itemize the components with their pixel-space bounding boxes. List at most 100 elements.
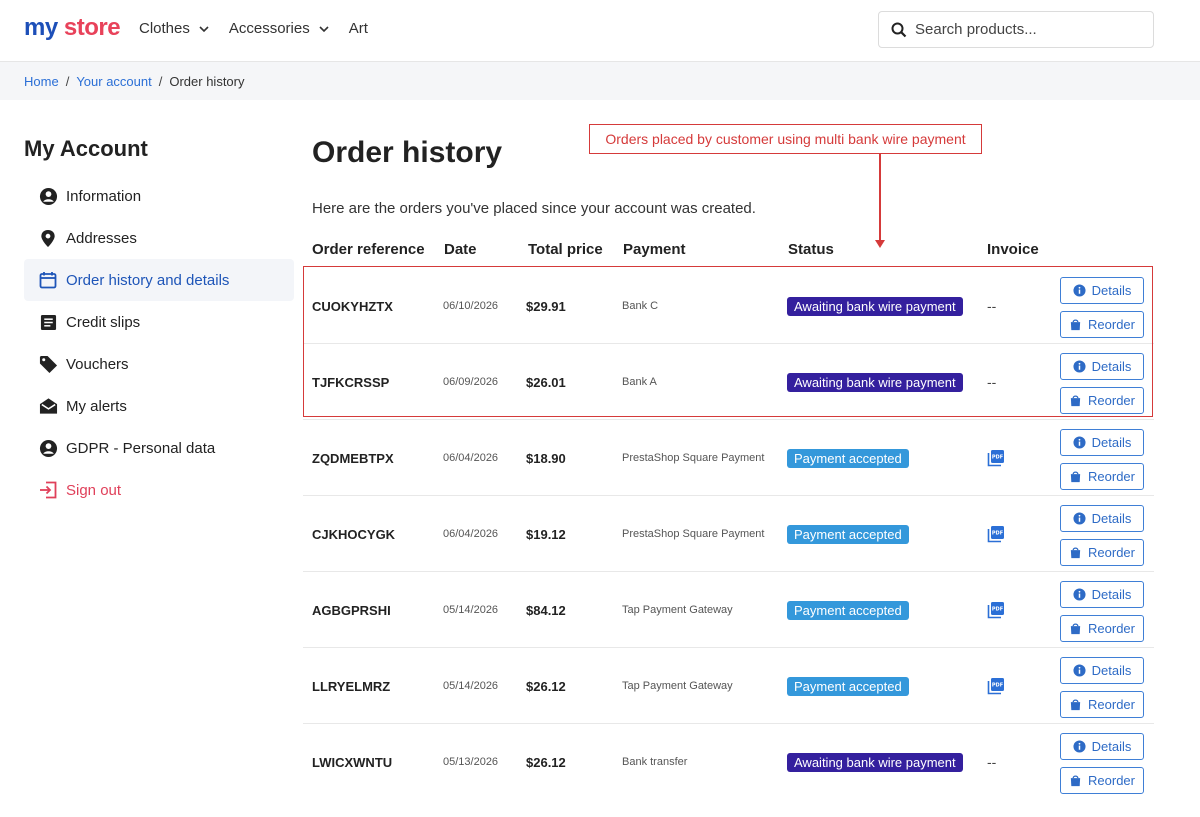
sidebar-item-credit-slips[interactable]: Credit slips (24, 301, 294, 343)
order-payment-method: PrestaShop Square Payment (622, 528, 765, 540)
info-icon (1073, 740, 1086, 753)
sidebar-item-label: Sign out (66, 481, 122, 499)
order-status: Awaiting bank wire payment (787, 724, 963, 800)
nav-art[interactable]: Art (349, 20, 368, 37)
sidebar-item-vouchers[interactable]: Vouchers (24, 343, 294, 385)
column-header-date: Date (444, 241, 477, 258)
order-reference: LWICXWNTU (312, 754, 393, 770)
nav-clothes[interactable]: Clothes (139, 20, 209, 37)
column-header-status: Status (788, 241, 834, 258)
sidebar-item-my-alerts[interactable]: My alerts (24, 385, 294, 427)
status-badge: Payment accepted (787, 448, 909, 468)
order-total-price: $18.90 (526, 450, 566, 466)
shopping-bag-icon (1070, 471, 1081, 483)
invoice-pdf-link[interactable]: PDF (987, 572, 1005, 648)
order-payment-method: Tap Payment Gateway (622, 680, 733, 692)
column-header-payment: Payment (623, 241, 686, 258)
store-logo[interactable]: my store (24, 14, 121, 42)
details-button[interactable]: Details (1060, 581, 1144, 608)
order-reference: AGBGPRSHI (312, 602, 391, 618)
order-actions: Details Reorder (1060, 733, 1144, 801)
highlight-box (303, 266, 1153, 417)
table-row: LWICXWNTU 05/13/2026 $26.12 Bank transfer Aw… (303, 724, 1154, 800)
details-button[interactable]: Details (1060, 733, 1144, 760)
shopping-bag-icon (1070, 775, 1081, 787)
details-label: Details (1091, 435, 1132, 450)
order-date: 06/04/2026 (443, 452, 499, 464)
order-date: 05/13/2026 (443, 756, 499, 768)
order-status: Payment accepted (787, 648, 909, 724)
envelope-icon (38, 396, 58, 416)
details-button[interactable]: Details (1060, 505, 1144, 532)
order-total-price: $26.12 (526, 678, 566, 694)
order-status: Payment accepted (787, 420, 909, 496)
reorder-label: Reorder (1088, 545, 1135, 560)
svg-text:PDF: PDF (992, 531, 1003, 537)
reorder-button[interactable]: Reorder (1060, 767, 1144, 794)
annotation-arrow-icon (875, 240, 885, 248)
search-icon (891, 22, 907, 37)
info-icon (1073, 588, 1086, 601)
order-status: Payment accepted (787, 496, 909, 572)
status-badge: Payment accepted (787, 600, 909, 620)
sidebar-item-gdpr[interactable]: GDPR - Personal data (24, 427, 294, 469)
details-button[interactable]: Details (1060, 657, 1144, 684)
breadcrumb: Home / Your account / Order history (24, 74, 245, 89)
location-pin-icon (38, 228, 58, 248)
order-reference: ZQDMEBTPX (312, 450, 394, 466)
breadcrumb-home[interactable]: Home (24, 74, 59, 89)
sidebar-item-order-history[interactable]: Order history and details (24, 259, 294, 301)
order-payment-method: Tap Payment Gateway (622, 604, 733, 616)
breadcrumb-separator: / (65, 74, 70, 89)
shopping-bag-icon (1070, 623, 1081, 635)
table-row: LLRYELMRZ 05/14/2026 $26.12 Tap Payment Gat… (303, 648, 1154, 724)
sidebar-item-sign-out[interactable]: Sign out (24, 469, 294, 511)
order-payment-method: PrestaShop Square Payment (622, 452, 765, 464)
table-row: CJKHOCYGK 06/04/2026 $19.12 PrestaShop Squa… (303, 496, 1154, 572)
logo-part-2: store (63, 14, 121, 41)
nav-accessories[interactable]: Accessories (229, 20, 329, 37)
order-actions: Details Reorder (1060, 657, 1144, 725)
site-header: my store Clothes Accessories Art (0, 0, 1200, 62)
search-input[interactable] (915, 21, 1135, 38)
order-actions: Details Reorder (1060, 581, 1144, 649)
sidebar-title: My Account (24, 136, 148, 161)
details-label: Details (1091, 587, 1132, 602)
calendar-icon (38, 270, 58, 290)
user-circle-icon (38, 186, 58, 206)
invoice-pdf-link[interactable]: PDF (987, 420, 1005, 496)
chevron-down-icon (199, 25, 209, 32)
sidebar-item-label: GDPR - Personal data (66, 439, 216, 457)
intro-text: Here are the orders you've placed since … (312, 200, 756, 217)
order-total-price: $26.12 (526, 754, 566, 770)
details-button[interactable]: Details (1060, 429, 1144, 456)
order-payment-method: Bank transfer (622, 756, 688, 768)
details-label: Details (1091, 663, 1132, 678)
tag-icon (38, 354, 58, 374)
invoice-pdf-link[interactable]: PDF (987, 648, 1005, 724)
breadcrumb-current: Order history (169, 74, 245, 89)
table-row: AGBGPRSHI 05/14/2026 $84.12 Tap Payment Gat… (303, 572, 1154, 648)
reorder-button[interactable]: Reorder (1060, 463, 1144, 490)
order-actions: Details Reorder (1060, 505, 1144, 573)
invoice-none: -- (987, 754, 997, 770)
pdf-icon: PDF (987, 450, 1004, 467)
order-date: 06/04/2026 (443, 528, 499, 540)
search-box[interactable] (878, 11, 1154, 48)
invoice-pdf-link[interactable]: PDF (987, 496, 1005, 572)
main-nav: Clothes Accessories Art (139, 20, 388, 37)
order-status: Payment accepted (787, 572, 909, 648)
sidebar-item-label: Information (66, 187, 142, 205)
info-icon (1073, 512, 1086, 525)
pdf-icon: PDF (987, 602, 1004, 619)
sidebar-item-information[interactable]: Information (24, 175, 294, 217)
reorder-button[interactable]: Reorder (1060, 691, 1144, 718)
column-header-order-reference: Order reference (312, 241, 425, 258)
info-icon (1073, 664, 1086, 677)
table-row: ZQDMEBTPX 06/04/2026 $18.90 PrestaShop Squa… (303, 420, 1154, 496)
breadcrumb-your-account[interactable]: Your account (76, 74, 151, 89)
reorder-button[interactable]: Reorder (1060, 615, 1144, 642)
reorder-button[interactable]: Reorder (1060, 539, 1144, 566)
sidebar-item-addresses[interactable]: Addresses (24, 217, 294, 259)
sidebar-item-label: Credit slips (66, 313, 141, 331)
